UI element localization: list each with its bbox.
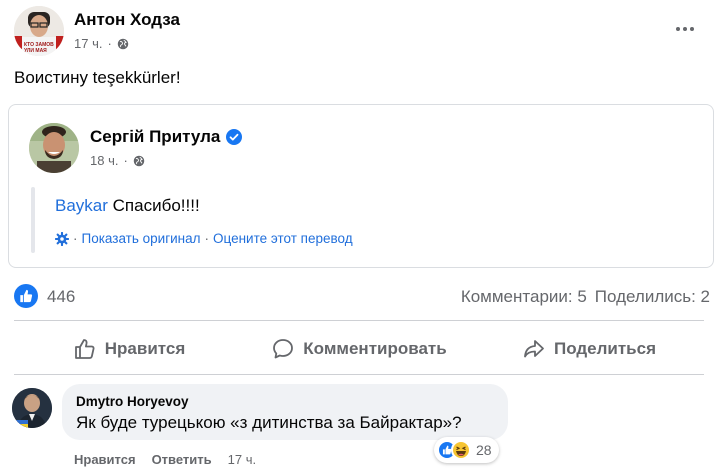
comment-button-label: Комментировать	[303, 339, 447, 358]
translation-row: · Показать оригинал · Оцените этот перев…	[55, 231, 353, 246]
comment-reply-link[interactable]: Ответить	[152, 452, 212, 467]
quote-bar	[31, 187, 35, 253]
comment-text: Як буде турецькою «з дитинства за Байрак…	[76, 413, 462, 432]
comment-bubble: Dmytro Horyevoy Як буде турецькою «з дит…	[62, 384, 508, 440]
thumbs-up-icon	[74, 339, 95, 359]
share-button[interactable]: Поделиться	[474, 330, 704, 368]
like-icon	[20, 289, 33, 303]
reaction-count: 28	[476, 442, 492, 458]
globe-icon	[133, 155, 145, 166]
post-meta: 17 ч. ·	[74, 36, 129, 51]
commenter-avatar[interactable]	[12, 388, 52, 428]
verified-icon	[226, 129, 243, 145]
comment-reactions[interactable]: 28	[434, 437, 499, 463]
rate-translation-link[interactable]: Оцените этот перевод	[213, 231, 353, 246]
post-header: КТО ЗАМОВ УЛИ МАЯ Антон Ходза 17 ч. ·	[14, 6, 700, 60]
divider	[14, 320, 704, 321]
post-time[interactable]: 17 ч.	[74, 36, 102, 51]
comment-actions: Нравится Ответить 17 ч.	[74, 452, 256, 467]
comments-count[interactable]: Комментарии: 5	[461, 287, 587, 307]
shared-text-body: Спасибо!!!!	[107, 196, 200, 215]
commenter-avatar-image	[12, 388, 52, 428]
author-avatar-image: КТО ЗАМОВ УЛИ МАЯ	[14, 6, 64, 56]
action-bar: Нравится Комментировать Поделиться	[14, 330, 704, 368]
shared-post-card[interactable]: Сергій Притула 18 ч. · Baykar Спасибо!!!…	[8, 104, 714, 268]
more-icon	[676, 27, 680, 31]
author-avatar[interactable]: КТО ЗАМОВ УЛИ МАЯ	[14, 6, 64, 56]
reaction-stats: 446 Комментарии: 5 Поделились: 2	[14, 284, 710, 310]
like-reaction-icon[interactable]	[14, 284, 38, 308]
separator: ·	[73, 231, 78, 246]
shared-time[interactable]: 18 ч.	[90, 153, 118, 168]
post-text: Воистину teşekkürler!	[14, 68, 181, 87]
shared-avatar-image	[29, 123, 79, 173]
shared-text: Baykar Спасибо!!!!	[55, 196, 200, 216]
comment-author[interactable]: Dmytro Horyevoy	[76, 394, 494, 409]
shared-author-name[interactable]: Сергій Притула	[90, 127, 220, 147]
globe-icon	[117, 38, 129, 49]
post-author-name[interactable]: Антон Ходза	[74, 10, 180, 30]
meta-dot: ·	[107, 36, 112, 51]
haha-icon	[456, 446, 466, 456]
gear-icon[interactable]	[55, 231, 69, 246]
share-button-label: Поделиться	[553, 339, 657, 358]
comment-time[interactable]: 17 ч.	[228, 452, 256, 467]
shared-author-row: Сергій Притула	[90, 127, 243, 147]
share-icon	[524, 340, 544, 358]
haha-reaction	[451, 440, 471, 460]
avatar-caption-2: УЛИ МАЯ	[24, 48, 47, 54]
more-options-button[interactable]	[672, 16, 698, 42]
mention-link[interactable]: Baykar	[55, 196, 108, 215]
comment-like-link[interactable]: Нравится	[74, 452, 136, 467]
shared-meta: 18 ч. ·	[90, 153, 145, 168]
like-button[interactable]: Нравится	[14, 330, 244, 368]
comment-button[interactable]: Комментировать	[244, 330, 474, 368]
like-count[interactable]: 446	[47, 287, 75, 307]
divider	[14, 374, 704, 375]
show-original-link[interactable]: Показать оригинал	[82, 231, 201, 246]
separator: ·	[204, 231, 210, 246]
like-button-label: Нравится	[104, 339, 186, 358]
right-stats: Комментарии: 5 Поделились: 2	[461, 287, 710, 307]
meta-dot: ·	[123, 153, 128, 168]
comment-icon	[273, 339, 294, 359]
shared-author-avatar[interactable]	[29, 123, 79, 173]
shares-count[interactable]: Поделились: 2	[595, 287, 710, 307]
